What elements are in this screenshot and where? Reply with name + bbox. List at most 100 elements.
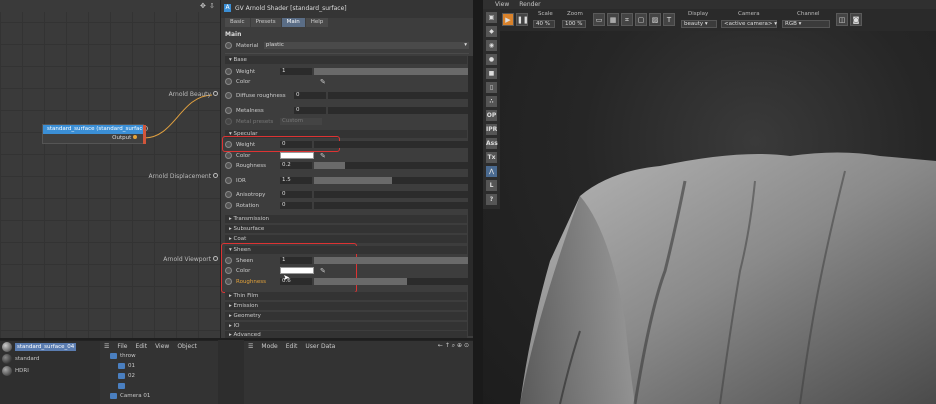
drop-icon[interactable]: ◆ (486, 26, 497, 37)
pause-icon[interactable]: ❚❚ (516, 13, 529, 26)
render-icon[interactable]: ▣ (486, 12, 497, 23)
param-value-field[interactable]: 0.2 (280, 162, 312, 169)
param-value-field[interactable]: 0 (294, 92, 326, 99)
param-slider[interactable] (314, 191, 469, 198)
stop-icon[interactable]: ◫ (836, 13, 848, 26)
group-io[interactable]: ▸ IO (225, 322, 467, 330)
dots-icon[interactable]: ∴ (486, 96, 497, 107)
radio-icon[interactable] (225, 177, 232, 184)
param-slider[interactable] (314, 177, 469, 184)
monitor-icon[interactable]: ▭ (593, 13, 605, 26)
group-base[interactable]: ▾ Base (225, 56, 467, 64)
frame-icon[interactable]: ▢ (635, 13, 647, 26)
node-output-port[interactable]: Output (43, 134, 143, 142)
param-value-field[interactable]: 0 (294, 107, 326, 114)
material-dropdown[interactable]: plastic ▾ (263, 42, 469, 49)
tab-presets[interactable]: Presets (250, 18, 281, 27)
group-advanced[interactable]: ▸ Advanced (225, 331, 467, 338)
param-slider[interactable] (328, 92, 469, 99)
camera-dropdown[interactable]: <active camera> ▾ (721, 20, 777, 28)
tool-tx[interactable]: Tx (486, 152, 497, 163)
port-arnold-beauty[interactable]: Arnold Beauty (169, 91, 218, 98)
tool-op[interactable]: OP (486, 110, 497, 121)
tool-ipr[interactable]: IPR (486, 124, 497, 135)
hamburger-icon[interactable]: ☰ (104, 343, 109, 350)
group-thin-film[interactable]: ▸ Thin Film (225, 292, 467, 300)
port-arnold-viewport[interactable]: Arnold Viewport (163, 256, 218, 263)
group-transmission[interactable]: ▸ Transmission (225, 215, 467, 223)
param-value-field[interactable]: 0 (280, 202, 312, 209)
input-port-icon[interactable] (213, 173, 218, 178)
grid-icon[interactable]: ▦ (607, 13, 619, 26)
eyedropper-icon[interactable]: ✎ (320, 78, 326, 86)
arnold-icon[interactable]: ⋀ (486, 166, 497, 177)
group-subsurface[interactable]: ▸ Subsurface (225, 225, 467, 233)
group-geometry[interactable]: ▸ Geometry (225, 312, 467, 320)
image-icon[interactable]: ▨ (649, 13, 661, 26)
material-item[interactable]: standard (0, 353, 100, 365)
radio-icon[interactable] (225, 152, 232, 159)
render-viewport[interactable]: View Render ▣ ◆ ◉ ● ■ ▯ ∴ OP IPR Ass Tx … (483, 0, 936, 404)
param-value-field[interactable]: 1.5 (280, 177, 312, 184)
param-slider[interactable] (314, 202, 469, 209)
channel-dropdown[interactable]: RGB ▾ (782, 20, 830, 28)
tab-help[interactable]: Help (305, 18, 329, 27)
tab-main[interactable]: Main (281, 18, 305, 27)
panel-separator[interactable] (473, 0, 483, 404)
tab-basic[interactable]: Basic (225, 18, 250, 27)
param-slider[interactable] (314, 68, 469, 75)
material-item[interactable]: HDRI (0, 365, 100, 377)
group-emission[interactable]: ▸ Emission (225, 302, 467, 310)
input-port-icon[interactable] (213, 91, 218, 96)
param-value-field[interactable]: 1 (280, 68, 312, 75)
menu-user-data[interactable]: User Data (305, 343, 335, 350)
text-icon[interactable]: T (663, 13, 675, 26)
radio-icon[interactable] (225, 68, 232, 75)
radio-icon[interactable] (225, 202, 232, 209)
menu-view[interactable]: View (495, 1, 509, 8)
radio-icon[interactable] (225, 278, 232, 285)
menu-render[interactable]: Render (519, 1, 540, 8)
eyedropper-icon[interactable]: ✎ (320, 152, 326, 160)
param-value-field[interactable]: 0 (280, 141, 312, 148)
globe-icon[interactable]: ◉ (486, 40, 497, 51)
color-swatch[interactable] (280, 78, 314, 85)
radio-icon[interactable] (225, 141, 232, 148)
radio-icon[interactable] (225, 267, 232, 274)
menu-file[interactable]: File (117, 343, 127, 350)
param-slider[interactable] (314, 141, 469, 148)
menu-mode[interactable]: Mode (261, 343, 277, 350)
object-row[interactable] (100, 381, 218, 391)
navigation-icons[interactable]: ← ↑ ⌕ ⊕ ⊙ (438, 342, 473, 350)
zoom-field[interactable]: 100 % (562, 20, 586, 28)
param-slider[interactable] (328, 107, 469, 114)
radio-icon[interactable] (225, 92, 232, 99)
port-arnold-displacement[interactable]: Arnold Displacement (149, 173, 218, 180)
radio-icon[interactable] (225, 42, 232, 49)
param-value-field[interactable]: 0 (280, 191, 312, 198)
object-row[interactable]: Camera 01 (100, 391, 218, 401)
display-dropdown[interactable]: beauty ▾ (681, 20, 717, 28)
menu-object[interactable]: Object (177, 343, 197, 350)
menu-edit[interactable]: Edit (135, 343, 147, 350)
play-icon[interactable]: ▶ (502, 13, 514, 26)
color-swatch[interactable] (280, 152, 314, 159)
hamburger-icon[interactable]: ☰ (248, 343, 253, 350)
camera-icon[interactable]: ◙ (850, 13, 862, 26)
tool-l[interactable]: L (486, 180, 497, 191)
shader-node[interactable]: standard_surface (standard_surface) Outp… (42, 124, 148, 144)
node-editor[interactable]: ✥ ⇩ standard_surface (standard_surface) … (0, 0, 220, 338)
eyedropper-icon[interactable]: ✎ (320, 267, 326, 275)
menu-edit[interactable]: Edit (286, 343, 298, 350)
object-row[interactable]: throw (100, 351, 218, 361)
crop-icon[interactable]: ⌗ (621, 13, 633, 26)
tool-ass[interactable]: Ass (486, 138, 498, 149)
radio-icon[interactable] (225, 107, 232, 114)
object-row[interactable]: 02 (100, 371, 218, 381)
group-sheen[interactable]: ▾ Sheen (225, 246, 467, 254)
param-value-field[interactable]: 1 (280, 257, 312, 264)
file-icon[interactable]: ▯ (486, 82, 497, 93)
metal-presets-dropdown[interactable]: Custom (280, 118, 322, 125)
menu-view[interactable]: View (155, 343, 169, 350)
cube-icon[interactable]: ■ (486, 68, 497, 79)
